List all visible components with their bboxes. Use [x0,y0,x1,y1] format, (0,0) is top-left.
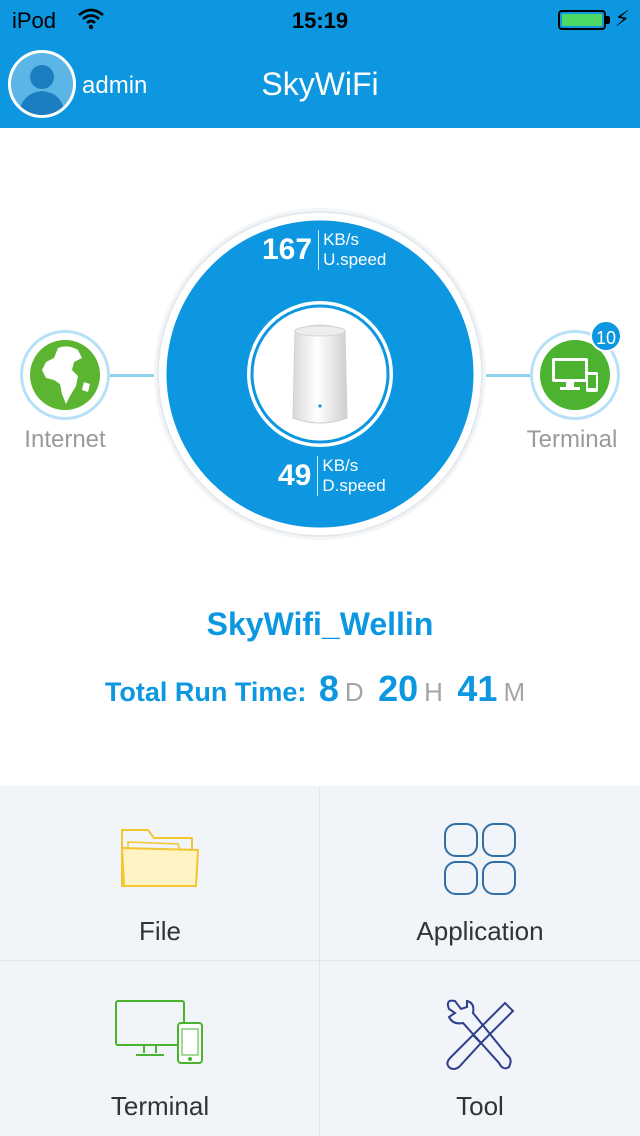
menu-file[interactable]: File [0,786,320,961]
runtime-hours-unit: H [424,677,443,707]
app-grid-icon [320,822,640,902]
network-diagram: Internet 10 Terminal 167 KB/s U.speed 49… [0,128,640,588]
terminal-count-badge: 10 [590,320,622,352]
router-hub: 167 KB/s U.speed 49 KB/s D.speed [152,206,488,542]
download-speed-unit: KB/s D.speed [317,456,386,496]
runtime-minutes: 41 [457,668,498,709]
upload-speed: 167 KB/s U.speed [262,230,386,270]
network-ssid: SkyWifi_Wellin [206,606,434,642]
upload-speed-value: 167 [262,233,313,266]
download-speed-value: 49 [278,459,312,492]
folder-icon [0,822,320,902]
runtime-days-unit: D [344,677,364,707]
status-time: 15:19 [291,8,349,33]
app-header: iPod 15:19 ⚡ admin SkyWiFi [0,0,640,128]
upload-unit-text: KB/s [323,230,359,249]
tools-icon [320,997,640,1077]
menu-tool-label: Tool [456,1091,504,1121]
upload-speed-unit: KB/s U.speed [318,230,386,270]
menu-tool[interactable]: Tool [320,961,640,1136]
upload-label-text: U.speed [323,250,387,269]
status-bar: iPod 15:19 ⚡ [0,0,640,40]
download-unit-text: KB/s [322,456,359,475]
globe-icon [30,340,100,410]
download-label-text: D.speed [322,476,386,495]
menu-terminal-label: Terminal [110,1091,210,1121]
runtime-days: 8 [318,668,339,709]
terminal-label: Terminal [526,426,618,453]
menu-terminal[interactable]: Terminal [0,961,320,1136]
runtime-label: Total Run Time: [104,677,307,707]
menu-application-label: Application [416,916,544,946]
battery-tip [606,16,610,24]
download-speed: 49 KB/s D.speed [278,456,386,496]
router-device-icon [292,324,348,424]
menu-application[interactable]: Application [320,786,640,961]
charging-icon: ⚡ [614,6,630,31]
feature-menu-grid: File Application Terminal Tool [0,786,640,1136]
runtime-minutes-unit: M [503,677,526,707]
battery-icon [558,10,606,30]
app-title: SkyWiFi [261,66,379,102]
menu-file-label: File [139,916,181,946]
total-run-time: Total Run Time: 8D 20 H 41 M [0,668,640,710]
runtime-hours: 20 [378,668,419,709]
devices-icon [0,997,320,1077]
internet-node[interactable] [20,330,110,420]
internet-label: Internet [24,426,106,453]
